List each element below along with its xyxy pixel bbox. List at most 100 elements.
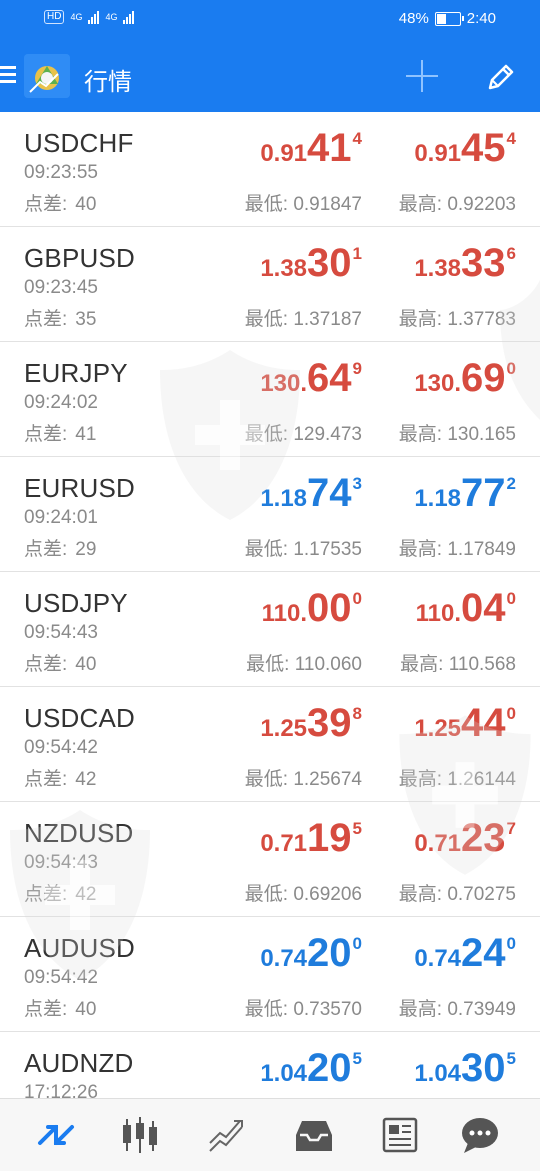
quote-row[interactable]: USDCHF 09:23:55 点差: 40 0.91414 0.91454 最低… <box>0 112 540 227</box>
high-value: 1.17849 <box>447 539 516 560</box>
ask-price[interactable]: 0.71237 <box>414 816 516 861</box>
ask-price[interactable]: 0.74240 <box>414 931 516 976</box>
quote-row[interactable]: USDJPY 09:54:43 点差: 40 110.000 110.040 最低… <box>0 572 540 687</box>
bid-price-point: 1 <box>352 244 362 263</box>
low-value: 1.37187 <box>293 309 362 330</box>
ask-price[interactable]: 130.690 <box>414 356 516 401</box>
chat-icon[interactable] <box>458 1113 502 1157</box>
ask-price-pips: 45 <box>461 126 506 170</box>
bid-price-pips: 00 <box>307 586 352 630</box>
low-price: 最低: 0.73570 <box>245 994 362 1021</box>
high-label: 最高: <box>400 654 444 675</box>
spread-label: 点差: <box>24 654 68 675</box>
ask-price-pips: 77 <box>461 471 506 515</box>
high-price: 最高: 130.165 <box>399 419 516 446</box>
quote-row[interactable]: NZDUSD 09:54:43 点差: 42 0.71195 0.71237 最低… <box>0 802 540 917</box>
low-price: 最低: 129.473 <box>245 419 362 446</box>
bid-price[interactable]: 130.649 <box>260 356 362 401</box>
high-price: 最高: 1.26144 <box>399 764 516 791</box>
ask-price[interactable]: 110.040 <box>416 586 516 631</box>
ask-price-pips: 04 <box>461 586 506 630</box>
bid-price[interactable]: 1.25398 <box>260 701 362 746</box>
low-price: 最低: 0.69206 <box>245 879 362 906</box>
ask-price-point: 0 <box>506 589 516 608</box>
bid-price[interactable]: 1.18743 <box>260 471 362 516</box>
spread-label: 点差: <box>24 999 68 1020</box>
quote-time: 09:24:02 <box>24 392 98 413</box>
bid-price[interactable]: 1.04205 <box>260 1046 362 1091</box>
spread-label: 点差: <box>24 539 68 560</box>
high-label: 最高: <box>398 999 443 1020</box>
bid-price-point: 5 <box>352 819 362 838</box>
bid-price-prefix: 1.25 <box>260 715 308 742</box>
ask-price-prefix: 0.74 <box>414 945 462 972</box>
bid-price[interactable]: 0.74200 <box>260 931 362 976</box>
bid-price[interactable]: 0.91414 <box>260 126 362 171</box>
edit-icon[interactable] <box>484 60 518 94</box>
bid-price[interactable]: 1.38301 <box>260 241 362 286</box>
ask-price[interactable]: 1.04305 <box>414 1046 516 1091</box>
low-value: 0.91847 <box>293 194 362 215</box>
ask-price[interactable]: 0.91454 <box>414 126 516 171</box>
ask-price-pips: 24 <box>461 931 506 975</box>
network-type-1: 4G <box>70 12 83 22</box>
ask-price-point: 5 <box>506 1049 516 1068</box>
high-value: 1.26144 <box>447 769 516 790</box>
status-bar: HD 4G 4G 48% 2:40 <box>0 0 540 40</box>
ask-price[interactable]: 1.25440 <box>414 701 516 746</box>
spread-value: 42 <box>75 884 97 905</box>
spread-value: 40 <box>75 999 97 1020</box>
symbol-name: AUDUSD <box>24 933 135 963</box>
high-price: 最高: 1.17849 <box>399 534 516 561</box>
hd-indicator: HD <box>44 10 65 24</box>
spread-value: 35 <box>75 309 97 330</box>
bid-price-prefix: 1.38 <box>260 255 308 282</box>
quote-row[interactable]: AUDUSD 09:54:42 点差: 40 0.74200 0.74240 最低… <box>0 917 540 1032</box>
high-value: 0.92203 <box>447 194 516 215</box>
ask-price-prefix: 0.71 <box>414 830 462 857</box>
spread-value: 42 <box>75 769 97 790</box>
quote-row[interactable]: EURUSD 09:24:01 点差: 29 1.18743 1.18772 最低… <box>0 457 540 572</box>
spread-label: 点差: <box>24 769 68 790</box>
bid-price-point: 0 <box>352 934 362 953</box>
high-label: 最高: <box>398 194 443 215</box>
add-icon[interactable] <box>404 58 440 94</box>
bid-price-pips: 20 <box>307 1046 352 1090</box>
bid-price[interactable]: 0.71195 <box>260 816 362 861</box>
low-label: 最低: <box>244 999 289 1020</box>
ask-price-pips: 33 <box>461 241 506 285</box>
spread-info: 点差: 42 <box>24 879 96 906</box>
ask-price[interactable]: 1.38336 <box>414 241 516 286</box>
quote-row[interactable]: GBPUSD 09:23:45 点差: 35 1.38301 1.38336 最低… <box>0 227 540 342</box>
bid-price-point: 8 <box>352 704 362 723</box>
quote-row[interactable]: EURJPY 09:24:02 点差: 41 130.649 130.690 最低… <box>0 342 540 457</box>
quote-row[interactable]: USDCAD 09:54:42 点差: 42 1.25398 1.25440 最低… <box>0 687 540 802</box>
trade-icon[interactable] <box>206 1113 250 1157</box>
bid-price[interactable]: 110.000 <box>262 586 362 631</box>
ask-price-pips: 69 <box>461 356 506 400</box>
spread-info: 点差: 40 <box>24 994 96 1021</box>
low-label: 最低: <box>244 769 289 790</box>
app-logo[interactable] <box>24 54 70 98</box>
spread-info: 点差: 29 <box>24 534 96 561</box>
network-type-2: 4G <box>105 12 118 22</box>
quote-time: 09:23:55 <box>24 162 98 183</box>
ask-price-point: 6 <box>506 244 516 263</box>
bid-price-point: 0 <box>352 589 362 608</box>
ask-price-point: 2 <box>506 474 516 493</box>
high-value: 0.70275 <box>447 884 516 905</box>
chart-icon[interactable] <box>118 1113 162 1157</box>
quotes-list: USDCHF 09:23:55 点差: 40 0.91414 0.91454 最低… <box>0 112 540 1147</box>
news-icon[interactable] <box>378 1113 422 1157</box>
history-icon[interactable] <box>292 1113 336 1157</box>
menu-icon[interactable] <box>0 66 16 84</box>
quote-time: 09:24:01 <box>24 507 98 528</box>
low-value: 129.473 <box>293 424 362 445</box>
quote-time: 09:54:42 <box>24 967 98 988</box>
bid-price-pips: 41 <box>307 126 352 170</box>
quotes-icon[interactable] <box>34 1113 78 1157</box>
ask-price-prefix: 1.04 <box>414 1060 462 1087</box>
ask-price[interactable]: 1.18772 <box>414 471 516 516</box>
quote-time: 09:54:42 <box>24 737 98 758</box>
page-title: 行情 <box>84 69 132 96</box>
